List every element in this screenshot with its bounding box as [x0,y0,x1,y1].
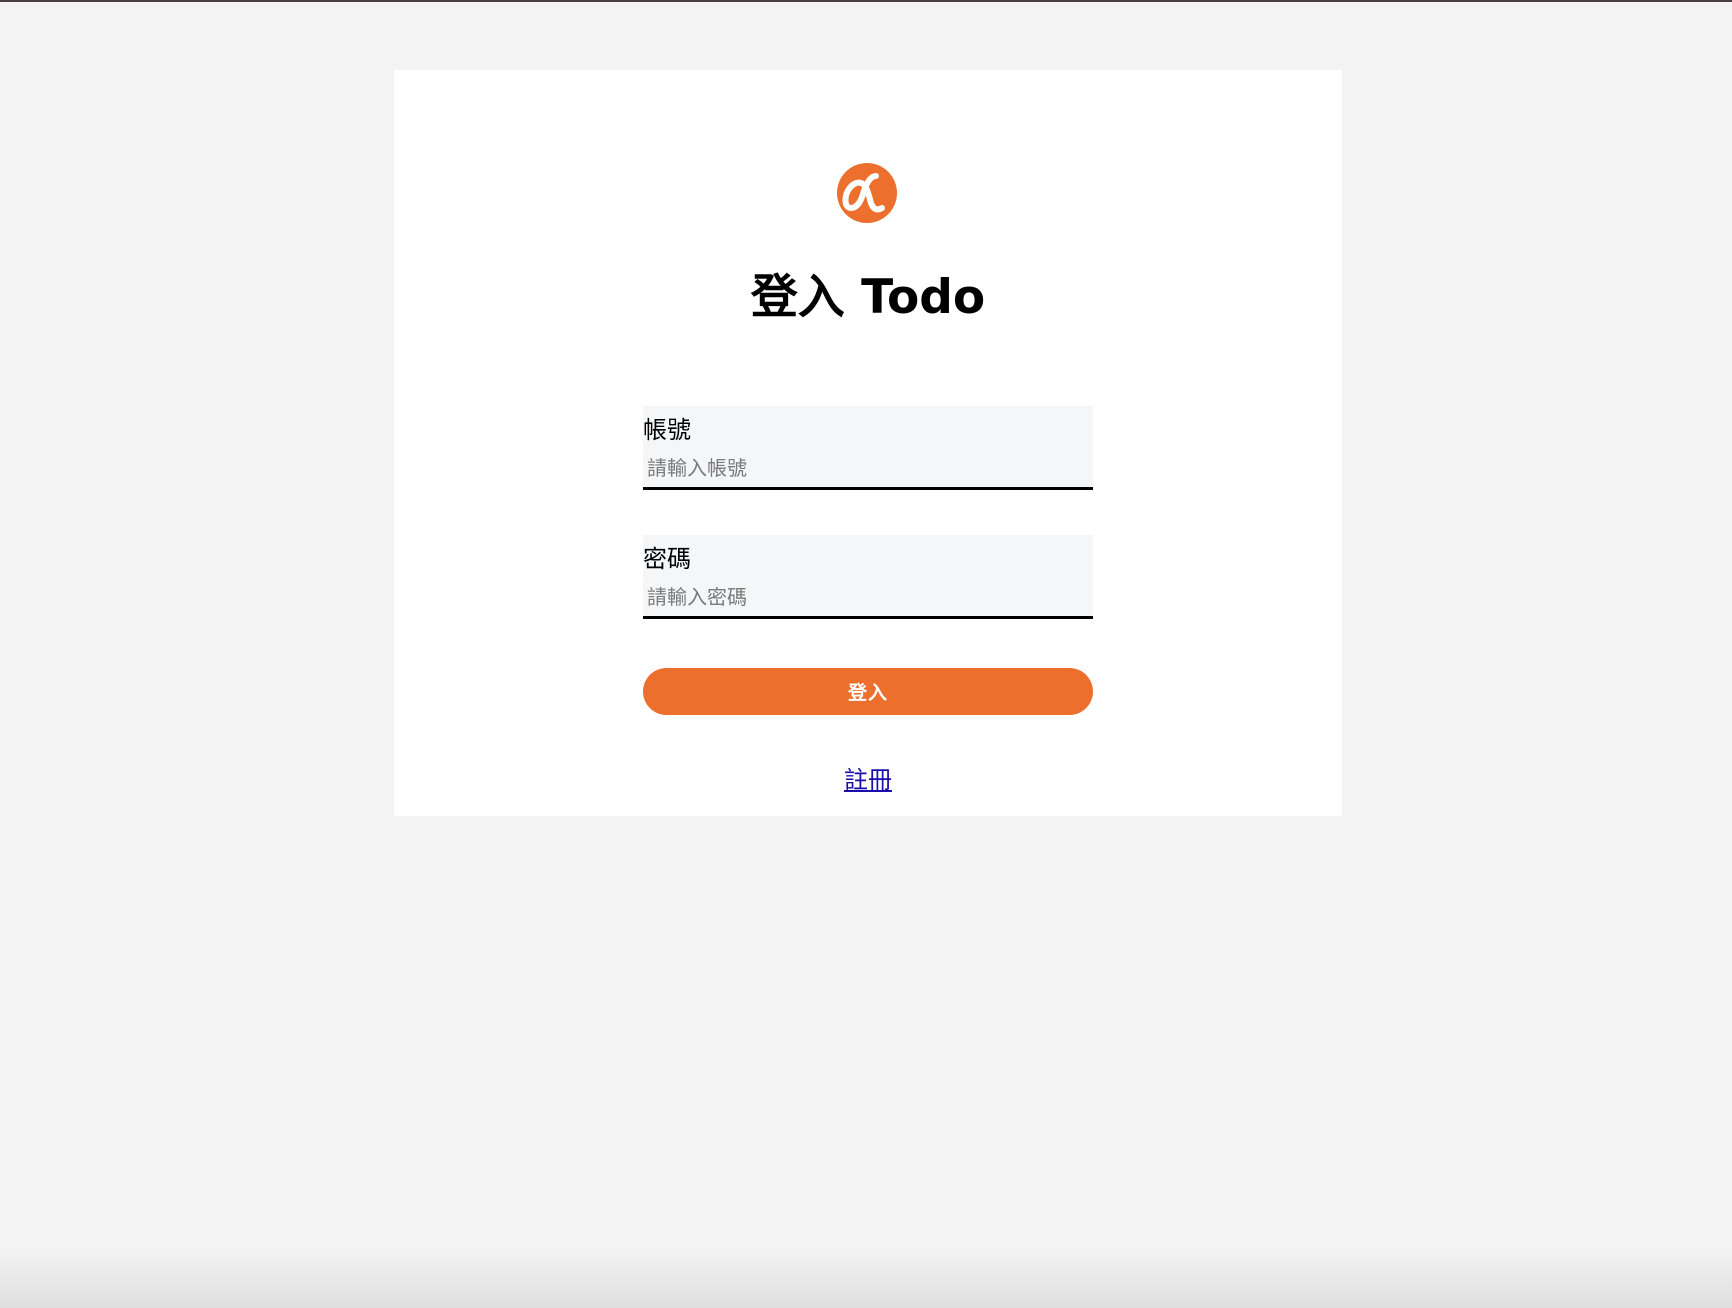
password-label: 密碼 [643,545,691,573]
account-input[interactable] [643,452,1093,484]
account-field: 帳號 [643,406,1093,490]
register-link[interactable]: 註冊 [844,766,892,794]
register-link-container: 註冊 [394,764,1342,796]
alpha-logo-icon [836,162,898,224]
account-label: 帳號 [643,416,691,444]
password-input[interactable] [643,581,1093,613]
password-field: 密碼 [643,535,1093,619]
window-bottom-shadow [0,1250,1732,1308]
page-title: 登入 Todo [750,270,986,325]
login-card: 登入 Todo 帳號 密碼 登入 註冊 [394,70,1342,816]
window-top-border [0,0,1732,2]
login-button[interactable]: 登入 [643,668,1093,715]
